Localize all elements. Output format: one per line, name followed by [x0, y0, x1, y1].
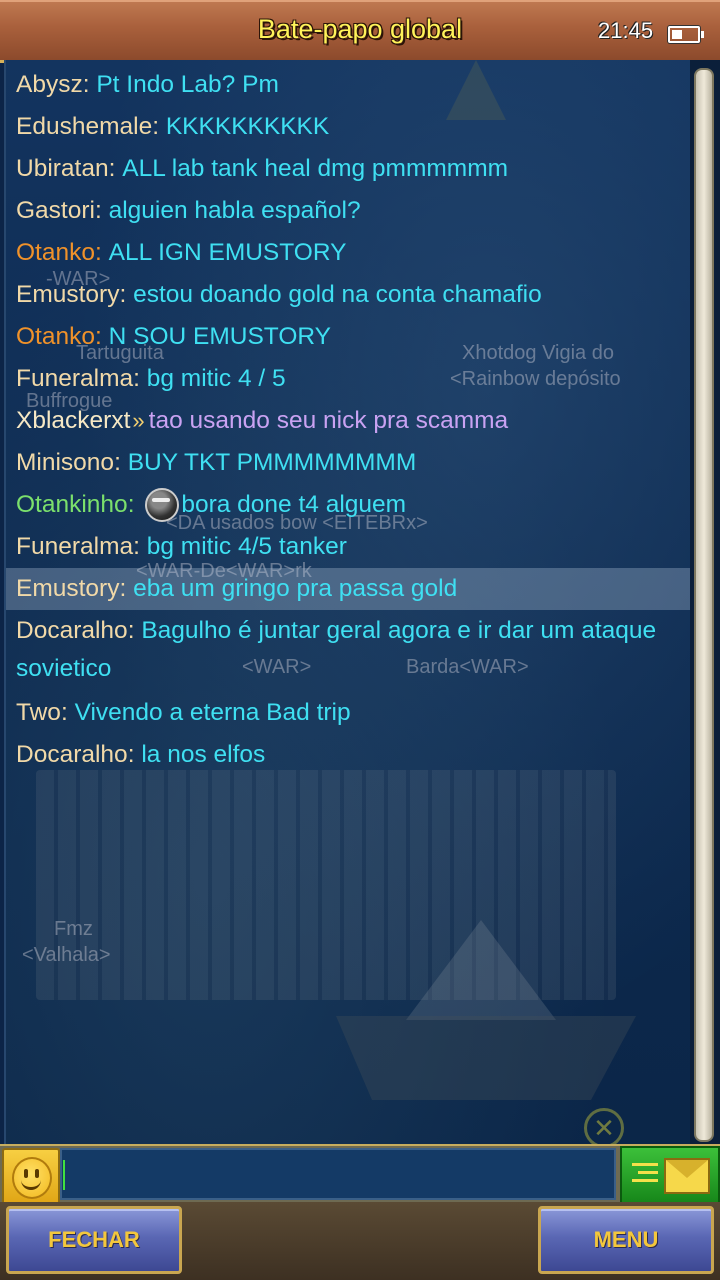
bottom-bar: FECHAR MENU [0, 1202, 720, 1280]
chat-message[interactable]: Otanko: ALL IGN EMUSTORY [6, 232, 692, 274]
sender-separator: : [133, 365, 147, 392]
chat-message[interactable]: Abysz: Pt Indo Lab? Pm [6, 64, 692, 106]
status-clock: 21:45 [598, 18, 654, 43]
message-text: Vivendo a eterna Bad trip [74, 699, 351, 726]
message-text: Pt Indo Lab? Pm [96, 71, 279, 98]
sender-separator: : [95, 323, 109, 350]
message-sender[interactable]: Docaralho [16, 737, 128, 773]
message-sender[interactable]: Emustory [16, 277, 119, 313]
message-sender[interactable]: Minisono [16, 445, 114, 481]
sender-separator: : [152, 113, 166, 140]
chat-scrollbar[interactable] [690, 60, 720, 1144]
text-caret [63, 1160, 65, 1190]
message-text: ALL IGN EMUSTORY [108, 239, 347, 266]
cancel-target-icon[interactable]: ✕ [584, 1108, 624, 1144]
bg-player-name: <Valhala> [22, 944, 111, 966]
message-text: BUY TKT PMMMMMMMM [127, 449, 417, 476]
message-list: Abysz: Pt Indo Lab? Pm Edushemale: KKKKKK… [6, 64, 692, 776]
message-sender[interactable]: Emustory [16, 571, 119, 607]
sender-separator: : [114, 449, 128, 476]
message-sender[interactable]: Funeralma [16, 361, 133, 397]
chat-input-row [0, 1144, 720, 1206]
sender-separator: : [127, 741, 142, 768]
message-sender[interactable]: Docaralho [16, 617, 128, 644]
message-sender[interactable]: Gastori [16, 193, 95, 229]
chat-message[interactable]: Emustory: estou doando gold na conta cha… [6, 274, 692, 316]
chat-emoji-icon [145, 488, 180, 522]
bg-player-name: Fmz [54, 918, 93, 940]
scrollbar-thumb[interactable] [694, 68, 714, 1142]
chat-message-input[interactable] [60, 1148, 616, 1200]
message-text: KKKKKKKKKK [165, 113, 330, 140]
sail-shape [406, 920, 556, 1020]
message-sender[interactable]: Otanko [16, 235, 95, 271]
speed-lines-icon [632, 1163, 658, 1187]
message-text: ALL lab tank heal dmg pmmmmmm [122, 155, 509, 182]
message-text: bg mitic 4/5 tanker [146, 533, 347, 560]
sender-separator: : [82, 71, 97, 98]
message-sender[interactable]: Funeralma [16, 529, 133, 565]
sender-separator: : [60, 699, 75, 726]
envelope-send-icon [664, 1158, 710, 1194]
chat-message[interactable]: Minisono: BUY TKT PMMMMMMMM [6, 442, 692, 484]
message-text: eba um gringo pra passa gold [133, 575, 458, 602]
sender-separator: : [119, 575, 134, 602]
chat-message[interactable]: Docaralho: la nos elfos [6, 734, 692, 776]
sender-separator: : [94, 197, 109, 224]
ship-shape [336, 1016, 636, 1100]
chat-message[interactable]: Ubiratan: ALL lab tank heal dmg pmmmmmm [6, 148, 692, 190]
chat-message[interactable]: Edushemale: KKKKKKKKKK [6, 106, 692, 148]
smiley-icon [12, 1157, 52, 1199]
double-chevron-icon: » [132, 408, 145, 433]
send-message-button[interactable] [620, 1146, 720, 1204]
battery-icon [668, 26, 704, 43]
sender-separator: : [127, 491, 142, 518]
message-text: alguien habla español? [108, 197, 361, 224]
message-sender[interactable]: Xblackerxt [16, 403, 130, 439]
menu-button[interactable]: MENU [538, 1206, 714, 1274]
message-text: estou doando gold na conta chamafio [133, 281, 542, 308]
chat-message[interactable]: Otanko: N SOU EMUSTORY [6, 316, 692, 358]
message-text: tao usando seu nick pra scamma [148, 407, 509, 434]
message-text: N SOU EMUSTORY [108, 323, 331, 350]
sender-separator: : [133, 533, 147, 560]
message-sender[interactable]: Edushemale [16, 109, 152, 145]
chat-message[interactable]: Xblackerxt» tao usando seu nick pra scamm… [6, 400, 692, 442]
chat-message[interactable]: Emustory: eba um gringo pra passa gold [6, 568, 692, 610]
chat-message[interactable]: Docaralho: Bagulho é juntar geral agora … [6, 610, 692, 692]
fence-shape [36, 770, 616, 1000]
message-sender[interactable]: Otankinho [16, 487, 128, 523]
message-text: bora done t4 alguem [181, 491, 407, 518]
message-sender[interactable]: Otanko [16, 319, 95, 355]
close-button[interactable]: FECHAR [6, 1206, 182, 1274]
sender-separator: : [108, 155, 123, 182]
chat-message[interactable]: Gastori: alguien habla español? [6, 190, 692, 232]
message-text: la nos elfos [141, 741, 266, 768]
message-sender[interactable]: Ubiratan [16, 151, 109, 187]
chat-log[interactable]: -WAR> Tartuguita Xhotdog Vigia do <Rainb… [4, 60, 692, 1144]
sender-separator: : [119, 281, 134, 308]
message-sender[interactable]: Abysz [16, 67, 83, 103]
sender-separator: : [127, 617, 142, 644]
chat-message[interactable]: Funeralma: bg mitic 4 / 5 [6, 358, 692, 400]
message-sender[interactable]: Two [16, 695, 61, 731]
message-text: bg mitic 4 / 5 [146, 365, 286, 392]
emoji-button[interactable] [2, 1148, 60, 1206]
sender-separator: : [95, 239, 109, 266]
title-bar: Bate-papo global 21:45 [0, 0, 720, 63]
chat-message[interactable]: Otankinho: bora done t4 alguem [6, 484, 692, 526]
chat-message[interactable]: Funeralma: bg mitic 4/5 tanker [6, 526, 692, 568]
chat-message[interactable]: Two: Vivendo a eterna Bad trip [6, 692, 692, 734]
